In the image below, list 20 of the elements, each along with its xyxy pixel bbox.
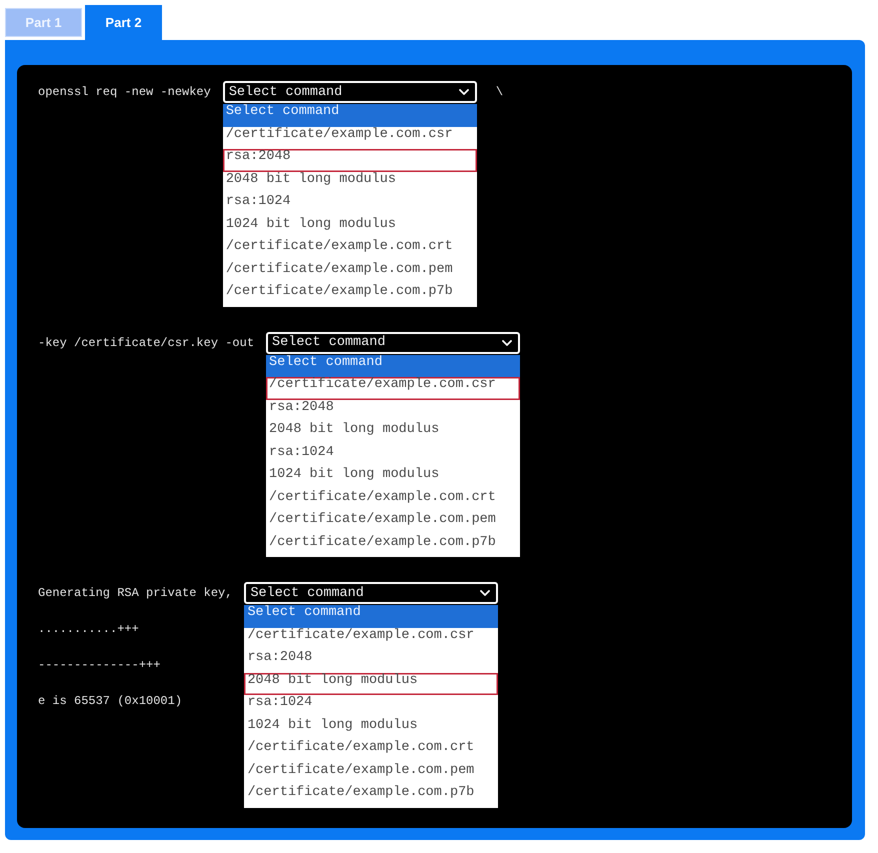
dropdown-option[interactable]: Select command [222,104,477,126]
dropdown-option[interactable]: rsa:2048 [222,149,477,172]
line-continuation: \ [496,84,504,101]
dropdown-option[interactable]: Select command [244,605,498,628]
terminal-line: -key /certificate/csr.key -out [38,334,254,352]
dropdown-option[interactable]: Select command [266,354,520,377]
chevron-down-icon [480,590,490,596]
command-dropdown[interactable]: Select command [266,332,520,354]
chevron-down-icon [502,340,512,346]
terminal-line: Generating RSA private key, [38,585,232,602]
command-dropdown[interactable]: Select command [244,582,498,604]
terminal-line: --------------+++ [38,657,162,674]
dropdown-option[interactable]: 2048 bit long modulus [244,672,498,695]
command-dropdown[interactable]: Select command [222,81,477,103]
terminal-line: openssl req -new -newkey [38,84,211,101]
chevron-down-icon [458,89,469,95]
terminal-line: e is 65537 (0x10001) [38,693,184,710]
dropdown-option[interactable]: /certificate/example.com.csr [266,377,520,400]
tab[interactable]: Part 2 [85,5,162,40]
terminal-line: ...........+++ [38,621,140,638]
